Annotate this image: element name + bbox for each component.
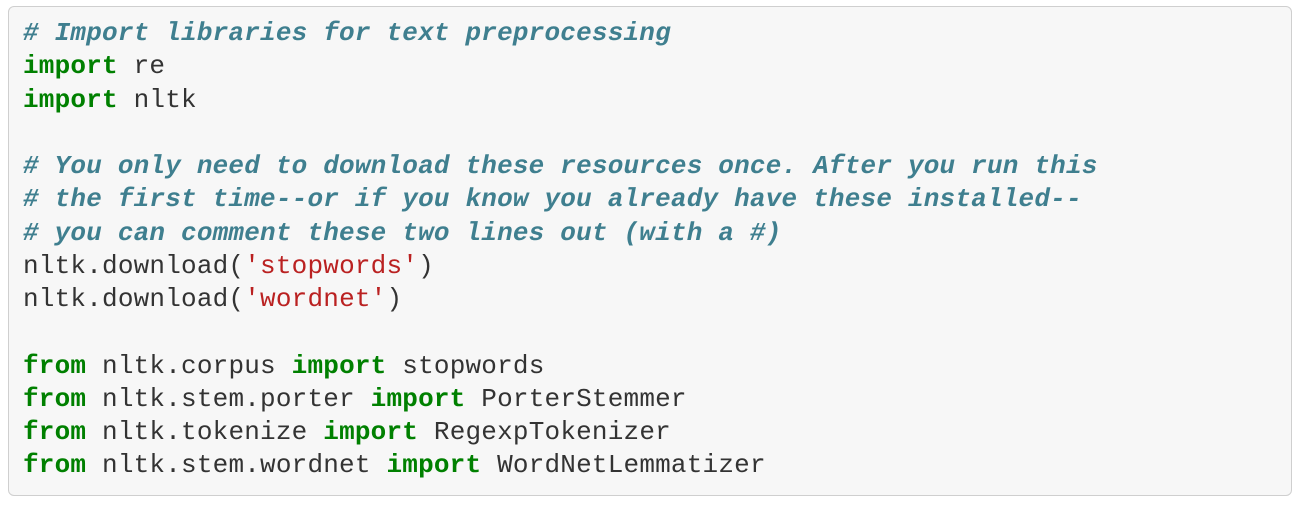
- code-token: import: [23, 85, 118, 115]
- code-token: re: [118, 51, 165, 81]
- code-token: import: [292, 351, 387, 381]
- code-token: 'stopwords': [244, 251, 418, 281]
- code-token: stopwords: [386, 351, 544, 381]
- code-token: RegexpTokenizer: [418, 417, 671, 447]
- code-token: import: [23, 51, 118, 81]
- code-token: import: [323, 417, 418, 447]
- code-token: nltk.tokenize: [86, 417, 323, 447]
- code-token: WordNetLemmatizer: [481, 450, 765, 480]
- code-token: from: [23, 450, 86, 480]
- code-token: # You only need to download these resour…: [23, 151, 1098, 181]
- code-token: import: [386, 450, 481, 480]
- code-block: # Import libraries for text preprocessin…: [8, 6, 1292, 496]
- code-token: nltk.corpus: [86, 351, 291, 381]
- code-token: 'wordnet': [244, 284, 386, 314]
- code-token: # Import libraries for text preprocessin…: [23, 18, 671, 48]
- code-token: import: [371, 384, 466, 414]
- code-token: # the first time--or if you know you alr…: [23, 184, 1082, 214]
- code-token: nltk: [118, 85, 197, 115]
- code-token: nltk.stem.wordnet: [86, 450, 386, 480]
- code-token: [23, 118, 39, 148]
- code-token: ): [386, 284, 402, 314]
- code-token: from: [23, 417, 86, 447]
- code-token: # you can comment these two lines out (w…: [23, 218, 782, 248]
- code-token: [23, 317, 39, 347]
- code-token: from: [23, 384, 86, 414]
- code-token: nltk.stem.porter: [86, 384, 370, 414]
- code-content: # Import libraries for text preprocessin…: [23, 17, 1277, 483]
- code-token: ): [418, 251, 434, 281]
- code-token: PorterStemmer: [466, 384, 687, 414]
- code-token: nltk.download(: [23, 251, 244, 281]
- code-token: nltk.download(: [23, 284, 244, 314]
- code-token: from: [23, 351, 86, 381]
